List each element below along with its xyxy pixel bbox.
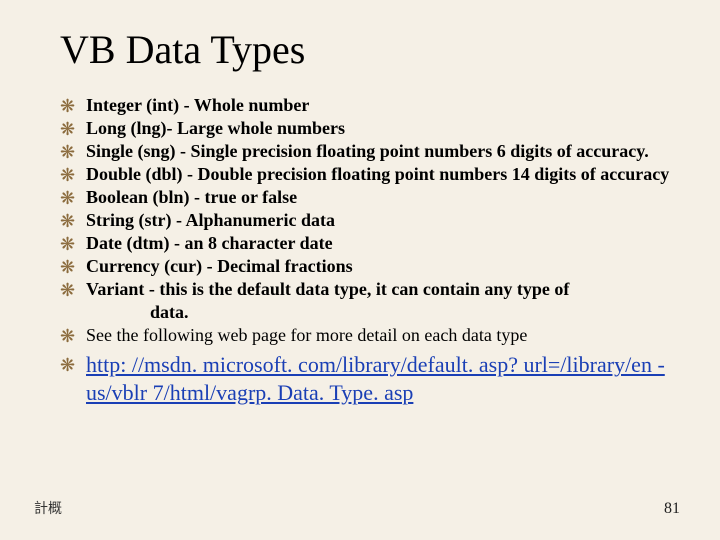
item-rest: - Double precision floating point number… (183, 164, 670, 184)
item-bold: Single (sng) (86, 141, 176, 161)
item-bold: Date (dtm) (86, 233, 169, 253)
list-item: ❋ Double (dbl) - Double precision floati… (60, 163, 680, 186)
bullet-list: ❋ Integer (int) - Whole number ❋ Long (l… (60, 94, 680, 406)
item-bold: String (str) (86, 210, 171, 230)
bullet-icon: ❋ (60, 95, 75, 118)
bullet-icon: ❋ (60, 279, 75, 302)
list-item: ❋ Boolean (bln) - true or false (60, 186, 680, 209)
item-bold: Boolean (bln) (86, 187, 190, 207)
item-rest: - Decimal fractions (202, 256, 352, 276)
item-rest: - true or false (190, 187, 298, 207)
reference-link[interactable]: http: //msdn. microsoft. com/library/def… (86, 351, 680, 406)
bullet-icon: ❋ (60, 118, 75, 141)
item-rest: - Whole number (179, 95, 309, 115)
list-item: ❋ Long (lng)- Large whole numbers (60, 117, 680, 140)
bullet-icon: ❋ (60, 141, 75, 164)
list-item: ❋ Variant - this is the default data typ… (60, 278, 680, 301)
item-rest: - this is the default data type, it can … (144, 279, 569, 299)
list-item: ❋ String (str) - Alphanumeric data (60, 209, 680, 232)
item-rest: - Large whole numbers (167, 118, 346, 138)
bullet-icon: ❋ (60, 164, 75, 187)
footer-left-text: 計概 (34, 498, 62, 518)
item-bold: Long (lng) (86, 118, 167, 138)
slide: VB Data Types ❋ Integer (int) - Whole nu… (0, 0, 720, 540)
item-continuation: data. (60, 301, 680, 324)
list-item: ❋ Single (sng) - Single precision floati… (60, 140, 680, 163)
bullet-icon: ❋ (60, 354, 75, 377)
bullet-icon: ❋ (60, 233, 75, 256)
list-item: ❋ http: //msdn. microsoft. com/library/d… (60, 351, 680, 406)
list-item: ❋ Date (dtm) - an 8 character date (60, 232, 680, 255)
item-rest: - an 8 character date (169, 233, 332, 253)
list-item: ❋ Currency (cur) - Decimal fractions (60, 255, 680, 278)
bullet-icon: ❋ (60, 210, 75, 233)
item-bold: Double (dbl) (86, 164, 183, 184)
page-number: 81 (664, 500, 680, 518)
item-bold: Currency (cur) (86, 256, 202, 276)
item-rest: - Single precision floating point number… (176, 141, 649, 161)
item-bold: Integer (int) (86, 95, 179, 115)
item-rest: See the following web page for more deta… (86, 325, 527, 345)
bullet-icon: ❋ (60, 256, 75, 279)
item-bold: Variant (86, 279, 144, 299)
item-rest: - Alphanumeric data (171, 210, 335, 230)
page-title: VB Data Types (60, 28, 680, 72)
list-item: ❋ Integer (int) - Whole number (60, 94, 680, 117)
bullet-icon: ❋ (60, 187, 75, 210)
bullet-icon: ❋ (60, 325, 75, 348)
list-item: ❋ See the following web page for more de… (60, 324, 680, 347)
